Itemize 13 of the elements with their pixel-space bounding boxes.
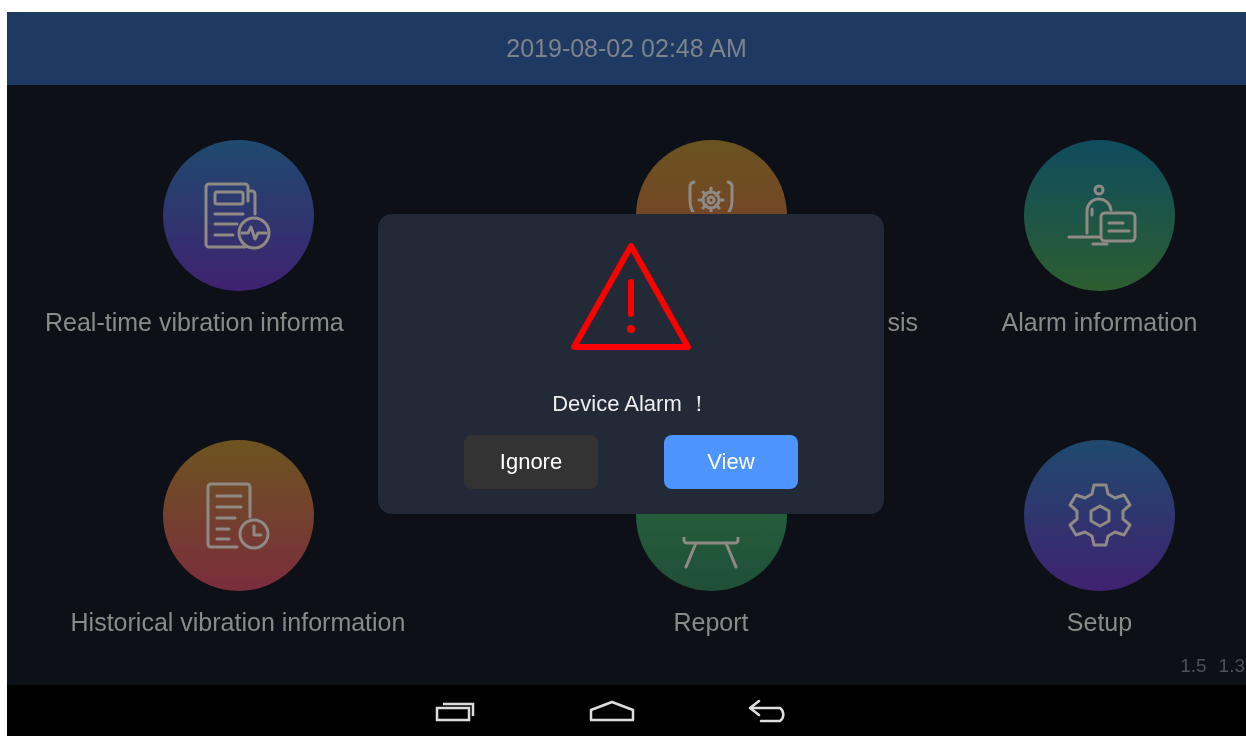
tile-label: Historical vibration information bbox=[70, 607, 406, 637]
tile-label: Report bbox=[673, 607, 749, 637]
tile-label: sis bbox=[887, 307, 918, 337]
tile-label: Real-time vibration informa bbox=[45, 307, 344, 337]
date-time: 2019-08-02 02:48 AM bbox=[506, 34, 747, 63]
tile-label: Setup bbox=[1066, 607, 1133, 637]
home-icon[interactable] bbox=[588, 699, 635, 722]
version-number: 1.3 bbox=[1218, 655, 1245, 677]
tile-label: Alarm information bbox=[1001, 307, 1198, 337]
warning-icon bbox=[570, 242, 692, 352]
alarm-message: Device Alarm ！ bbox=[552, 390, 710, 418]
version-number: 1.5 bbox=[1180, 655, 1207, 677]
ignore-button[interactable]: Ignore bbox=[464, 435, 598, 489]
